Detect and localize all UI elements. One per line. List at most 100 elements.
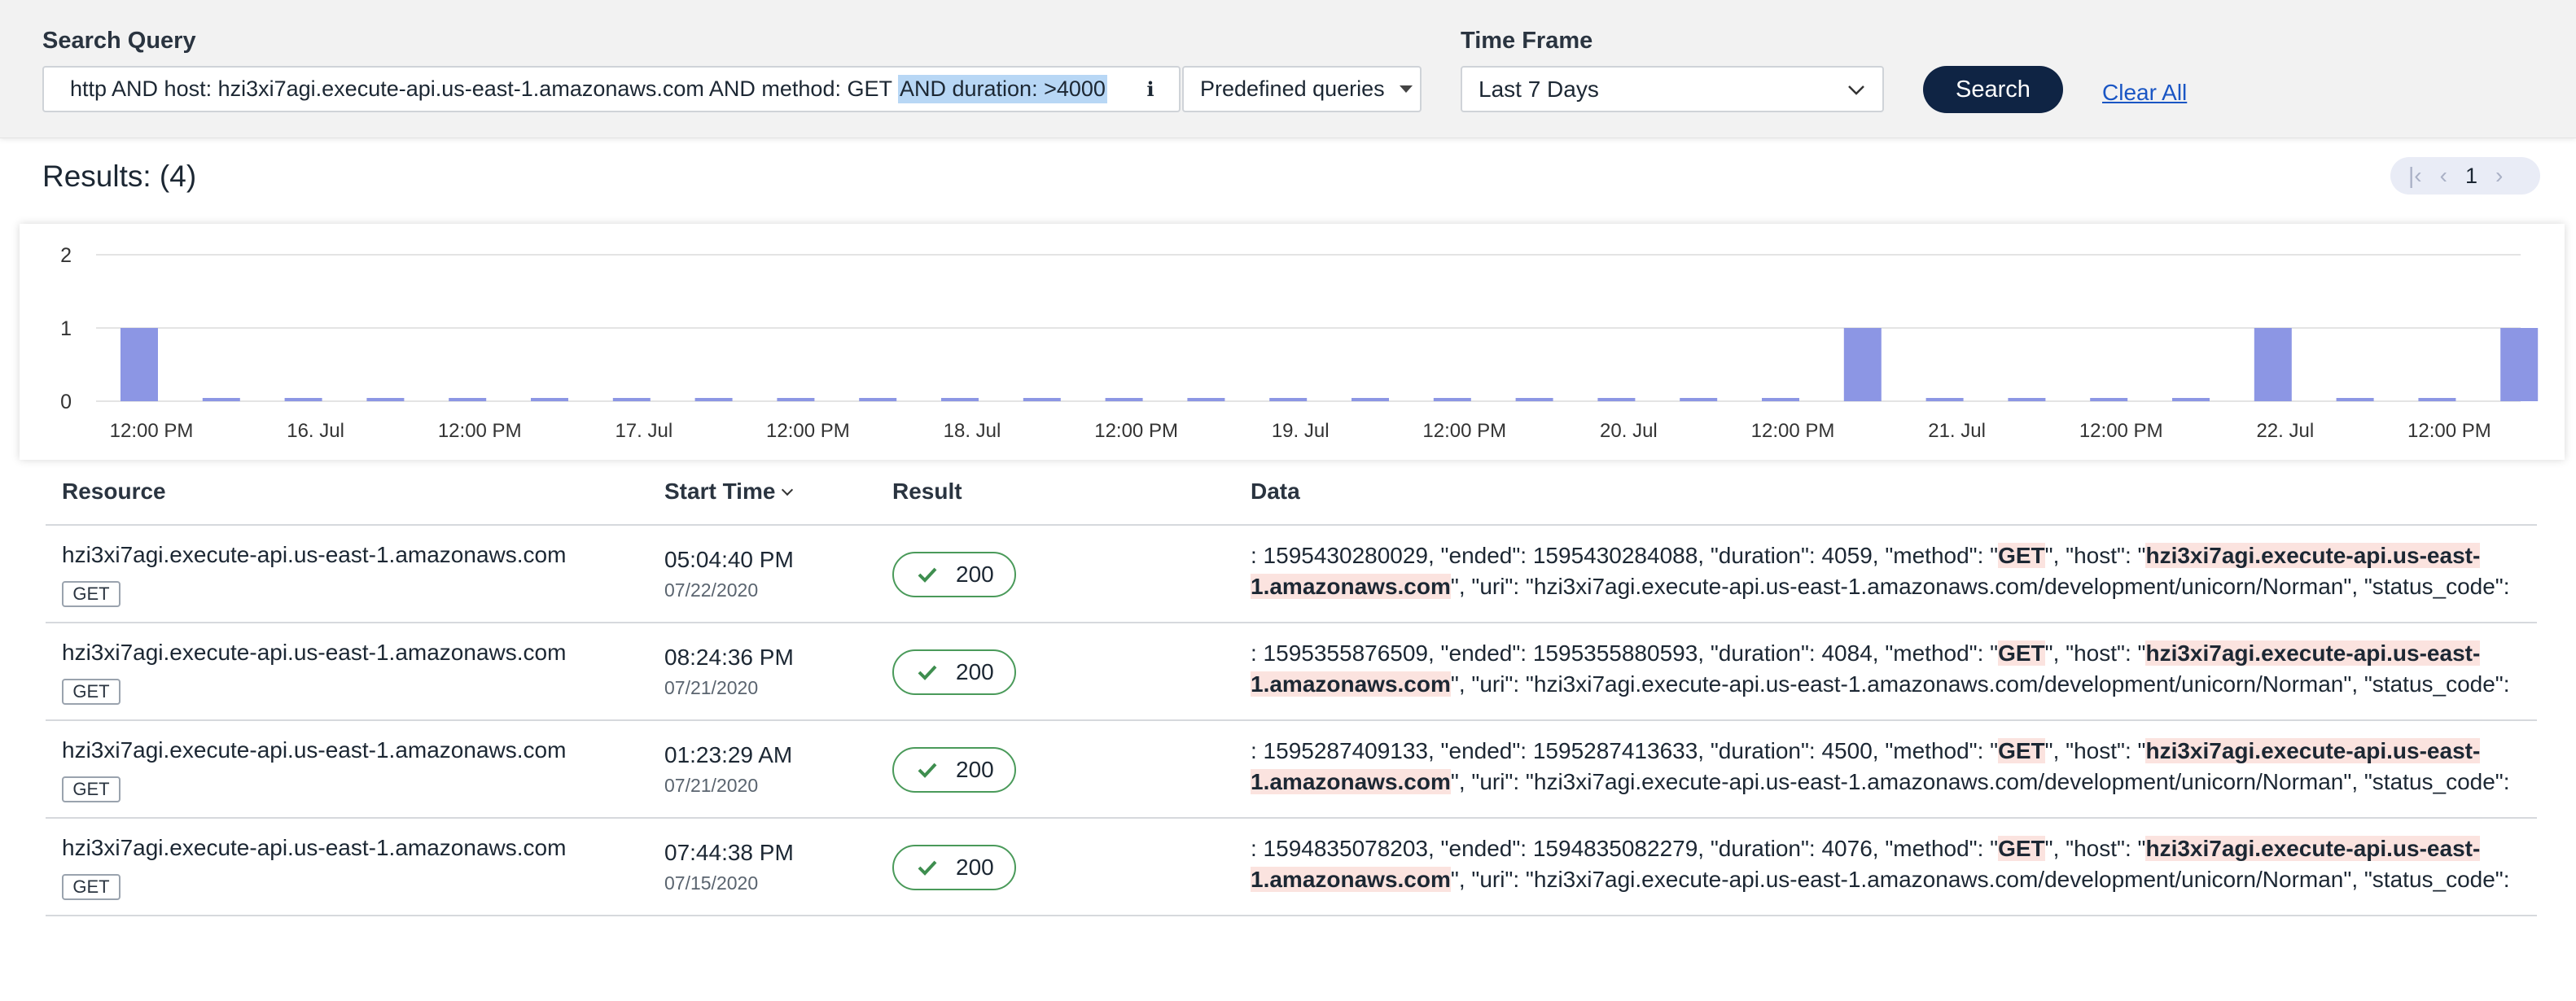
data-text: ", "uri": "hzi3xi7agi.execute-api.us-eas… — [1450, 769, 2510, 794]
histogram-bar — [859, 398, 897, 401]
histogram-bar — [1680, 398, 1718, 401]
data-match: GET — [1998, 640, 2045, 666]
check-icon — [918, 567, 937, 583]
prev-page-icon[interactable]: ‹ — [2440, 163, 2447, 189]
histogram-bar — [1515, 398, 1553, 401]
data-text: : 1594835078203, "ended": 1594835082279,… — [1251, 836, 1999, 861]
results-table: Resource Start Time Result Data hzi3xi7a… — [46, 466, 2537, 916]
status-code: 200 — [956, 757, 994, 782]
data-text: : 1595355876509, "ended": 1595355880593,… — [1251, 640, 1999, 666]
start-time: 05:04:40 PM — [664, 547, 794, 572]
data-preview: : 1595430280029, "ended": 1595430284088,… — [1251, 540, 2537, 602]
start-date: 07/21/2020 — [664, 677, 759, 698]
chevron-down-icon — [1848, 85, 1864, 95]
table-row[interactable]: hzi3xi7agi.execute-api.us-east- 1.amazona… — [46, 526, 2537, 623]
table-row[interactable]: hzi3xi7agi.execute-api.us-east- 1.amazona… — [46, 623, 2537, 721]
data-match: GET — [1998, 836, 2045, 861]
data-line-2: 1.amazonaws.com", "uri": "hzi3xi7agi.exe… — [1251, 571, 2537, 602]
caret-down-icon — [1399, 85, 1413, 93]
data-text: ", "host": " — [2044, 738, 2146, 763]
data-text: ", "uri": "hzi3xi7agi.execute-api.us-eas… — [1450, 867, 2510, 892]
data-line-2: 1.amazonaws.com", "uri": "hzi3xi7agi.exe… — [1251, 864, 2537, 895]
data-line-2: 1.amazonaws.com", "uri": "hzi3xi7agi.exe… — [1251, 669, 2537, 700]
column-resource[interactable]: Resource — [62, 479, 166, 505]
data-match: hzi3xi7agi.execute-api.us-east- — [2145, 543, 2481, 568]
x-tick-label: 12:00 PM — [438, 420, 522, 442]
method-badge: GET — [62, 581, 120, 607]
table-body: hzi3xi7agi.execute-api.us-east- 1.amazona… — [46, 526, 2537, 916]
next-page-icon[interactable]: › — [2495, 163, 2503, 189]
x-tick-label: 22. Jul — [2256, 420, 2314, 442]
table-header: Resource Start Time Result Data — [46, 466, 2537, 526]
data-text: ", "host": " — [2044, 836, 2146, 861]
column-start-time-label: Start Time — [664, 479, 776, 504]
histogram-bar — [2254, 328, 2292, 401]
histogram-bar — [1925, 398, 1964, 401]
data-text: : 1595430280029, "ended": 1595430284088,… — [1251, 543, 1999, 568]
predefined-queries-dropdown[interactable]: Predefined queries — [1182, 66, 1422, 112]
info-icon[interactable]: i — [1140, 79, 1161, 100]
resource-name: hzi3xi7agi.execute-api.us-east-1.amazona… — [62, 640, 567, 665]
histogram-bar — [120, 328, 158, 401]
status-badge: 200 — [892, 845, 1016, 890]
data-preview: : 1595355876509, "ended": 1595355880593,… — [1251, 638, 2537, 700]
clear-all-link[interactable]: Clear All — [2102, 80, 2187, 106]
table-row[interactable]: hzi3xi7agi.execute-api.us-east- 1.amazona… — [46, 721, 2537, 819]
x-tick-label: 17. Jul — [615, 420, 672, 442]
data-text: : 1595287409133, "ended": 1595287413633,… — [1251, 738, 1999, 763]
x-tick-label: 12:00 PM — [766, 420, 850, 442]
table-row[interactable]: hzi3xi7agi.execute-api.us-east- 1.amazona… — [46, 819, 2537, 916]
query-selected-text: AND duration: >4000 — [897, 75, 1107, 103]
data-match: hzi3xi7agi.execute-api.us-east- — [2145, 640, 2481, 666]
start-date: 07/22/2020 — [664, 579, 759, 601]
query-text: http AND host: hzi3xi7agi.execute-api.us… — [70, 76, 898, 101]
data-match: hzi3xi7agi.execute-api.us-east- — [2145, 738, 2481, 763]
histogram-svg: 0 1 2 12:00 PM 16. Jul 12:00 PM 17. Jul 12:00 P… — [60, 244, 2539, 442]
histogram-bar — [1105, 398, 1143, 401]
histogram-bar — [366, 398, 405, 401]
resource-name: hzi3xi7agi.execute-api.us-east-1.amazona… — [62, 737, 567, 763]
x-tick-label: 12:00 PM — [2079, 420, 2163, 442]
time-frame-select[interactable]: Last 7 Days — [1461, 66, 1884, 112]
x-tick-label: 12:00 PM — [110, 420, 194, 442]
x-tick-label: 12:00 PM — [1751, 420, 1835, 442]
start-time: 07:44:38 PM — [664, 840, 794, 865]
y-tick-label: 2 — [60, 244, 72, 267]
histogram-bar — [449, 398, 487, 401]
check-icon — [918, 860, 937, 876]
histogram-bar — [1433, 398, 1471, 401]
x-tick-label: 20. Jul — [1600, 420, 1658, 442]
check-icon — [918, 763, 937, 778]
data-preview: : 1595287409133, "ended": 1595287413633,… — [1251, 736, 2537, 798]
data-line-1: : 1595355876509, "ended": 1595355880593,… — [1251, 638, 2537, 669]
search-query-input[interactable]: http AND host: hzi3xi7agi.execute-api.us… — [42, 66, 1181, 112]
status-badge: 200 — [892, 649, 1016, 695]
histogram-bar — [2418, 398, 2456, 401]
data-match: 1.amazonaws.com — [1251, 867, 1451, 892]
data-line-1: : 1594835078203, "ended": 1594835082279,… — [1251, 833, 2537, 864]
search-bar: Search Query http AND host: hzi3xi7agi.e… — [0, 0, 2576, 138]
histogram-bar — [1269, 398, 1308, 401]
data-line-2: 1.amazonaws.com", "uri": "hzi3xi7agi.exe… — [1251, 767, 2537, 798]
search-button[interactable]: Search — [1923, 66, 2063, 113]
column-start-time[interactable]: Start Time — [664, 479, 794, 505]
predefined-queries-label: Predefined queries — [1200, 76, 1385, 101]
data-text: ", "host": " — [2044, 543, 2146, 568]
column-data[interactable]: Data — [1251, 479, 1300, 505]
histogram-bar — [2172, 398, 2210, 401]
resource-name: hzi3xi7agi.execute-api.us-east-1.amazona… — [62, 542, 567, 567]
page-number[interactable]: 1 — [2465, 164, 2477, 189]
histogram-bar — [1762, 398, 1799, 401]
histogram-bar — [202, 398, 240, 401]
x-tick-label: 18. Jul — [944, 420, 1001, 442]
start-time: 08:24:36 PM — [664, 645, 794, 670]
data-match: 1.amazonaws.com — [1251, 671, 1451, 697]
histogram-bar — [531, 398, 568, 401]
data-text: ", "host": " — [2044, 640, 2146, 666]
histogram-bar — [1597, 398, 1636, 401]
column-result[interactable]: Result — [892, 479, 962, 505]
histogram-bar — [777, 398, 815, 401]
histogram-bar — [1352, 398, 1389, 401]
histogram-bar — [1843, 328, 1882, 401]
first-page-icon[interactable]: |‹ — [2408, 163, 2422, 189]
